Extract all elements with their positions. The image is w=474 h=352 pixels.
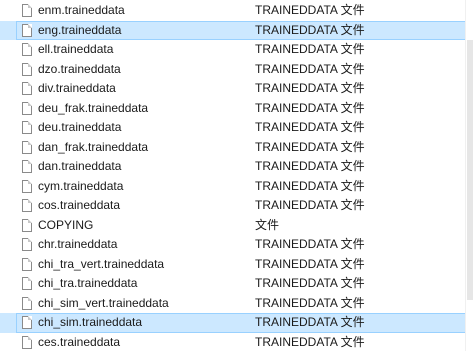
file-row[interactable]: COPYING 文件 bbox=[0, 216, 466, 236]
file-list: enm.traineddataTRAINEDDATA 文件eng.trained… bbox=[0, 1, 466, 352]
file-row[interactable]: cym.traineddata TRAINEDDATA 文件 bbox=[0, 177, 466, 197]
file-icon bbox=[22, 121, 32, 134]
file-name: dan.traineddata bbox=[38, 157, 121, 177]
file-icon bbox=[22, 199, 32, 212]
file-type: TRAINEDDATA 文件 bbox=[255, 313, 365, 333]
file-icon bbox=[22, 316, 32, 329]
file-name: deu.traineddata bbox=[38, 118, 121, 138]
file-name: deu_frak.traineddata bbox=[38, 99, 148, 119]
file-row[interactable]: ces.traineddata TRAINEDDATA 文件 bbox=[0, 333, 466, 352]
file-name: dan_frak.traineddata bbox=[38, 138, 148, 158]
file-row[interactable]: dan.traineddata TRAINEDDATA 文件 bbox=[0, 157, 466, 177]
file-row[interactable]: chr.traineddata TRAINEDDATA 文件 bbox=[0, 235, 466, 255]
file-type: TRAINEDDATA 文件 bbox=[255, 235, 365, 255]
file-type: TRAINEDDATA 文件 bbox=[255, 177, 365, 197]
file-row[interactable]: chi_tra_vert.traineddata TRAINEDDATA 文件 bbox=[0, 255, 466, 275]
file-type: TRAINEDDATA 文件 bbox=[255, 294, 365, 314]
file-icon bbox=[22, 63, 32, 76]
file-row[interactable]: cos.traineddata TRAINEDDATA 文件 bbox=[0, 196, 466, 216]
file-name: enm.traineddata bbox=[38, 1, 125, 21]
file-row[interactable]: dan_frak.traineddata TRAINEDDATA 文件 bbox=[0, 138, 466, 158]
file-type: TRAINEDDATA 文件 bbox=[255, 333, 365, 352]
file-icon bbox=[22, 43, 32, 56]
file-type: TRAINEDDATA 文件 bbox=[255, 79, 365, 99]
file-type: TRAINEDDATA 文件 bbox=[255, 99, 365, 119]
file-name: COPYING bbox=[38, 216, 93, 236]
file-icon bbox=[22, 277, 32, 290]
vertical-scrollbar[interactable] bbox=[465, 0, 474, 351]
file-row[interactable]: chi_sim_vert.traineddata TRAINEDDATA 文件 bbox=[0, 294, 466, 314]
file-type: TRAINEDDATA 文件 bbox=[255, 138, 365, 158]
file-icon bbox=[22, 24, 32, 37]
file-row[interactable]: deu.traineddata TRAINEDDATA 文件 bbox=[0, 118, 466, 138]
file-row[interactable]: ell.traineddata TRAINEDDATA 文件 bbox=[0, 40, 466, 60]
file-icon bbox=[22, 102, 32, 115]
file-row[interactable]: deu_frak.traineddata TRAINEDDATA 文件 bbox=[0, 99, 466, 119]
file-type: 文件 bbox=[255, 216, 279, 236]
file-type: TRAINEDDATA 文件 bbox=[255, 21, 365, 41]
file-type: TRAINEDDATA 文件 bbox=[255, 255, 365, 275]
file-type: TRAINEDDATA 文件 bbox=[255, 274, 365, 294]
file-type: TRAINEDDATA 文件 bbox=[255, 196, 365, 216]
file-icon bbox=[22, 258, 32, 271]
file-icon bbox=[22, 180, 32, 193]
file-icon bbox=[22, 219, 32, 232]
file-icon bbox=[22, 82, 32, 95]
file-type: TRAINEDDATA 文件 bbox=[255, 118, 365, 138]
file-name: chr.traineddata bbox=[38, 235, 117, 255]
file-name: dzo.traineddata bbox=[38, 60, 121, 80]
file-icon bbox=[22, 336, 32, 349]
file-name: cos.traineddata bbox=[38, 196, 120, 216]
file-name: div.traineddata bbox=[38, 79, 116, 99]
file-name: chi_sim_vert.traineddata bbox=[38, 294, 169, 314]
file-name: ces.traineddata bbox=[38, 333, 120, 352]
file-type: TRAINEDDATA 文件 bbox=[255, 157, 365, 177]
file-row[interactable]: dzo.traineddata TRAINEDDATA 文件 bbox=[0, 60, 466, 80]
file-icon bbox=[22, 141, 32, 154]
file-row[interactable]: chi_tra.traineddata TRAINEDDATA 文件 bbox=[0, 274, 466, 294]
file-row[interactable]: chi_sim.traineddata TRAINEDDATA 文件 bbox=[0, 313, 466, 333]
file-name: ell.traineddata bbox=[38, 40, 113, 60]
file-name: chi_tra_vert.traineddata bbox=[38, 255, 164, 275]
file-type: TRAINEDDATA 文件 bbox=[255, 40, 365, 60]
file-name: chi_sim.traineddata bbox=[38, 313, 142, 333]
file-icon bbox=[22, 160, 32, 173]
file-name: chi_tra.traineddata bbox=[38, 274, 137, 294]
file-type: TRAINEDDATA 文件 bbox=[255, 1, 365, 21]
file-name: cym.traineddata bbox=[38, 177, 123, 197]
file-row[interactable]: div.traineddata TRAINEDDATA 文件 bbox=[0, 79, 466, 99]
file-row[interactable]: enm.traineddata TRAINEDDATA 文件 bbox=[0, 1, 466, 21]
file-type: TRAINEDDATA 文件 bbox=[255, 60, 365, 80]
file-icon bbox=[22, 4, 32, 17]
file-name: eng.traineddata bbox=[38, 21, 121, 41]
file-icon bbox=[22, 297, 32, 310]
file-row[interactable]: eng.traineddata TRAINEDDATA 文件 bbox=[0, 21, 466, 41]
file-icon bbox=[22, 238, 32, 251]
scrollbar-thumb[interactable] bbox=[467, 40, 473, 300]
